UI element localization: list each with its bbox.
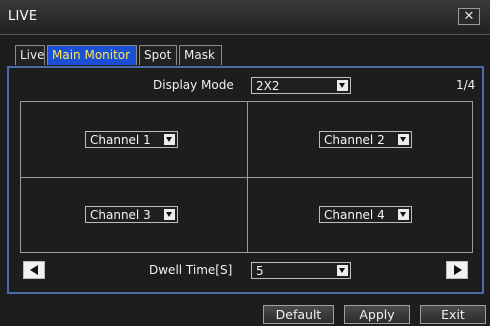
channel-grid: Channel 1 Channel 2 Channel 3 Channel 4	[20, 101, 473, 253]
chevron-down-icon	[337, 80, 348, 91]
tab-mask[interactable]: Mask	[179, 45, 222, 65]
dwell-time-select[interactable]: 5	[251, 262, 351, 279]
dwell-time-label: Dwell Time[S]	[149, 263, 233, 277]
tab-live[interactable]: Live	[15, 45, 45, 65]
close-icon: ✕	[463, 9, 475, 24]
channel-select-value: Channel 1	[90, 133, 151, 147]
window-title: LIVE	[8, 9, 38, 24]
page-indicator: 1/4	[456, 78, 476, 92]
arrow-right-icon	[454, 265, 462, 275]
tab-main-monitor[interactable]: Main Monitor	[47, 45, 137, 65]
channel-select-3[interactable]: Channel 3	[85, 206, 178, 223]
chevron-down-icon	[337, 265, 348, 276]
default-button[interactable]: Default	[263, 305, 334, 324]
channel-select-1[interactable]: Channel 1	[85, 131, 178, 148]
exit-button[interactable]: Exit	[420, 305, 486, 324]
title-bar: LIVE ✕	[0, 0, 490, 35]
close-button[interactable]: ✕	[458, 8, 480, 25]
chevron-down-icon	[398, 134, 409, 145]
tab-spot[interactable]: Spot	[139, 45, 177, 65]
channel-select-value: Channel 4	[324, 208, 385, 222]
channel-select-value: Channel 3	[90, 208, 151, 222]
arrow-left-icon	[30, 265, 38, 275]
display-mode-select[interactable]: 2X2	[251, 77, 351, 94]
apply-button[interactable]: Apply	[344, 305, 410, 324]
main-monitor-panel: Display Mode 2X2 1/4 Channel 1 Channel 2…	[7, 66, 484, 294]
previous-page-button[interactable]	[23, 261, 45, 279]
channel-select-2[interactable]: Channel 2	[319, 131, 412, 148]
channel-select-4[interactable]: Channel 4	[319, 206, 412, 223]
display-mode-value: 2X2	[256, 79, 280, 93]
channel-select-value: Channel 2	[324, 133, 385, 147]
chevron-down-icon	[164, 134, 175, 145]
display-mode-label: Display Mode	[153, 78, 234, 92]
chevron-down-icon	[164, 209, 175, 220]
next-page-button[interactable]	[446, 261, 468, 279]
dwell-time-value: 5	[256, 264, 264, 278]
grid-divider-horizontal	[21, 177, 472, 178]
chevron-down-icon	[398, 209, 409, 220]
